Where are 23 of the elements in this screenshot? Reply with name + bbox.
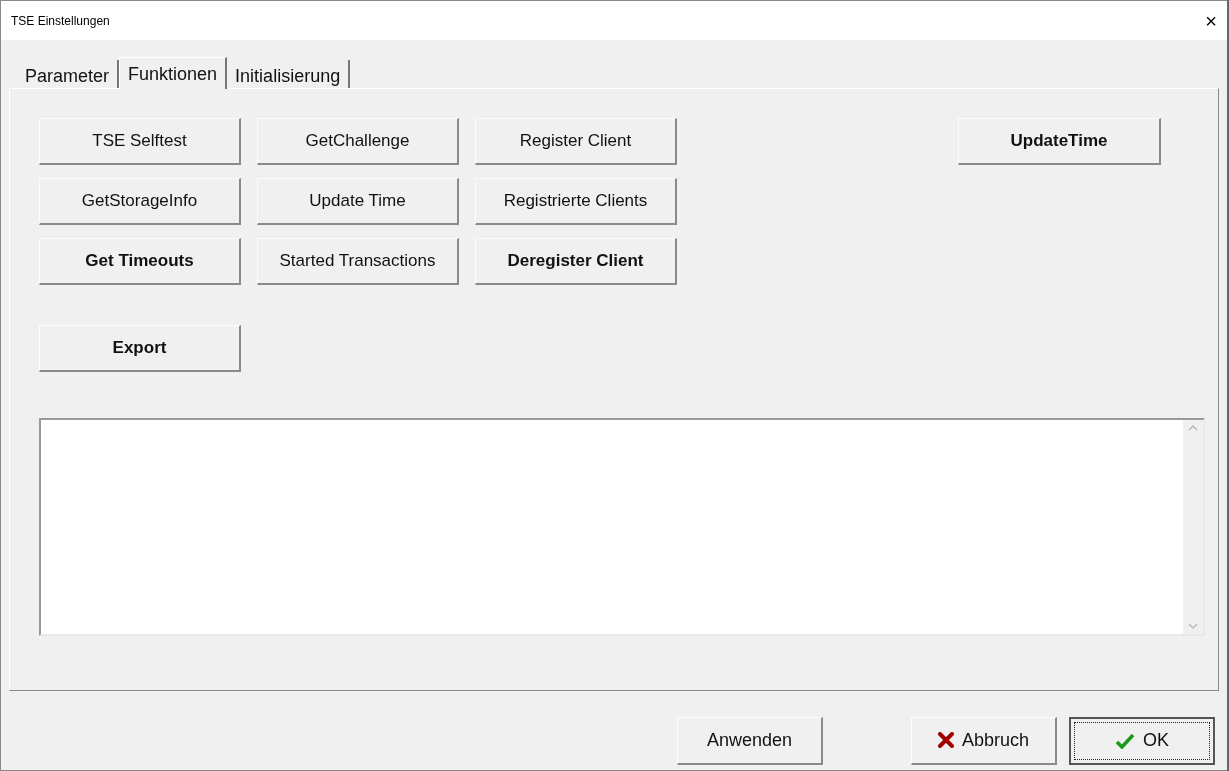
action-button[interactable]: Deregister Client <box>475 238 677 285</box>
action-button[interactable]: Registrierte Clients <box>475 178 677 225</box>
ok-button[interactable]: OK <box>1069 716 1215 765</box>
action-button[interactable]: GetChallenge <box>257 118 459 165</box>
apply-button[interactable]: Anwenden <box>677 716 823 765</box>
window-title: TSE Einstellungen <box>11 12 110 30</box>
output-text-area[interactable] <box>39 418 1205 636</box>
scrollbar[interactable] <box>1183 420 1203 634</box>
action-button[interactable]: TSE Selftest <box>39 118 241 165</box>
scroll-up-icon[interactable] <box>1188 424 1198 431</box>
action-button[interactable]: UpdateTime <box>958 118 1161 165</box>
close-button[interactable]: × <box>1205 10 1217 31</box>
action-button[interactable]: Export <box>39 325 241 372</box>
action-button[interactable]: GetStorageInfo <box>39 178 241 225</box>
action-button[interactable]: Started Transactions <box>257 238 459 285</box>
action-button[interactable]: Register Client <box>475 118 677 165</box>
checkmark-icon <box>1115 732 1135 749</box>
action-button[interactable]: Get Timeouts <box>39 238 241 285</box>
cross-icon <box>937 732 954 748</box>
action-button[interactable]: Update Time <box>257 178 459 225</box>
cancel-button[interactable]: Abbruch <box>911 716 1057 765</box>
tab[interactable]: Funktionen <box>119 57 228 89</box>
scroll-down-icon[interactable] <box>1188 623 1198 630</box>
